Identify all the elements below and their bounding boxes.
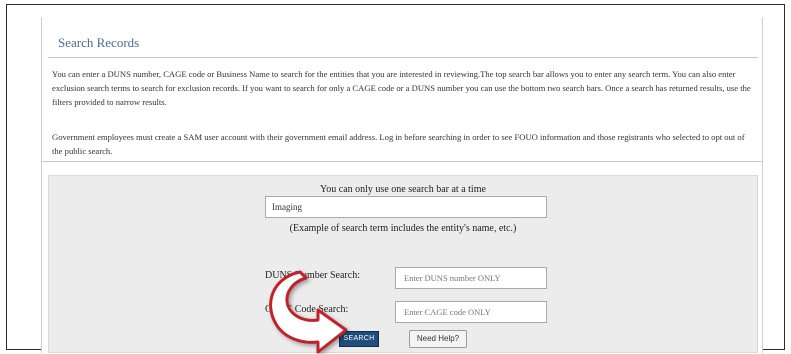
search-records-panel: Search Records You can enter a DUNS numb… xyxy=(41,17,763,353)
main-search-input[interactable] xyxy=(265,196,547,218)
intro-text: You can enter a DUNS number, CAGE code o… xyxy=(52,69,751,107)
curved-arrow-icon xyxy=(269,270,348,354)
search-form: You can only use one search bar at a tim… xyxy=(48,175,758,353)
one-search-bar-hint: You can only use one search bar at a tim… xyxy=(320,184,486,195)
panel-title: Search Records xyxy=(58,35,140,50)
title-divider xyxy=(48,57,758,58)
duns-search-input[interactable] xyxy=(395,267,547,289)
government-notice: Government employees must create a SAM u… xyxy=(52,132,745,156)
notice-divider xyxy=(42,161,762,162)
need-help-button[interactable]: Need Help? xyxy=(409,330,467,348)
cage-search-input[interactable] xyxy=(395,301,547,323)
search-example-note: (Example of search term includes the ent… xyxy=(289,223,517,234)
screenshot-frame: Search Records You can enter a DUNS numb… xyxy=(6,4,785,353)
